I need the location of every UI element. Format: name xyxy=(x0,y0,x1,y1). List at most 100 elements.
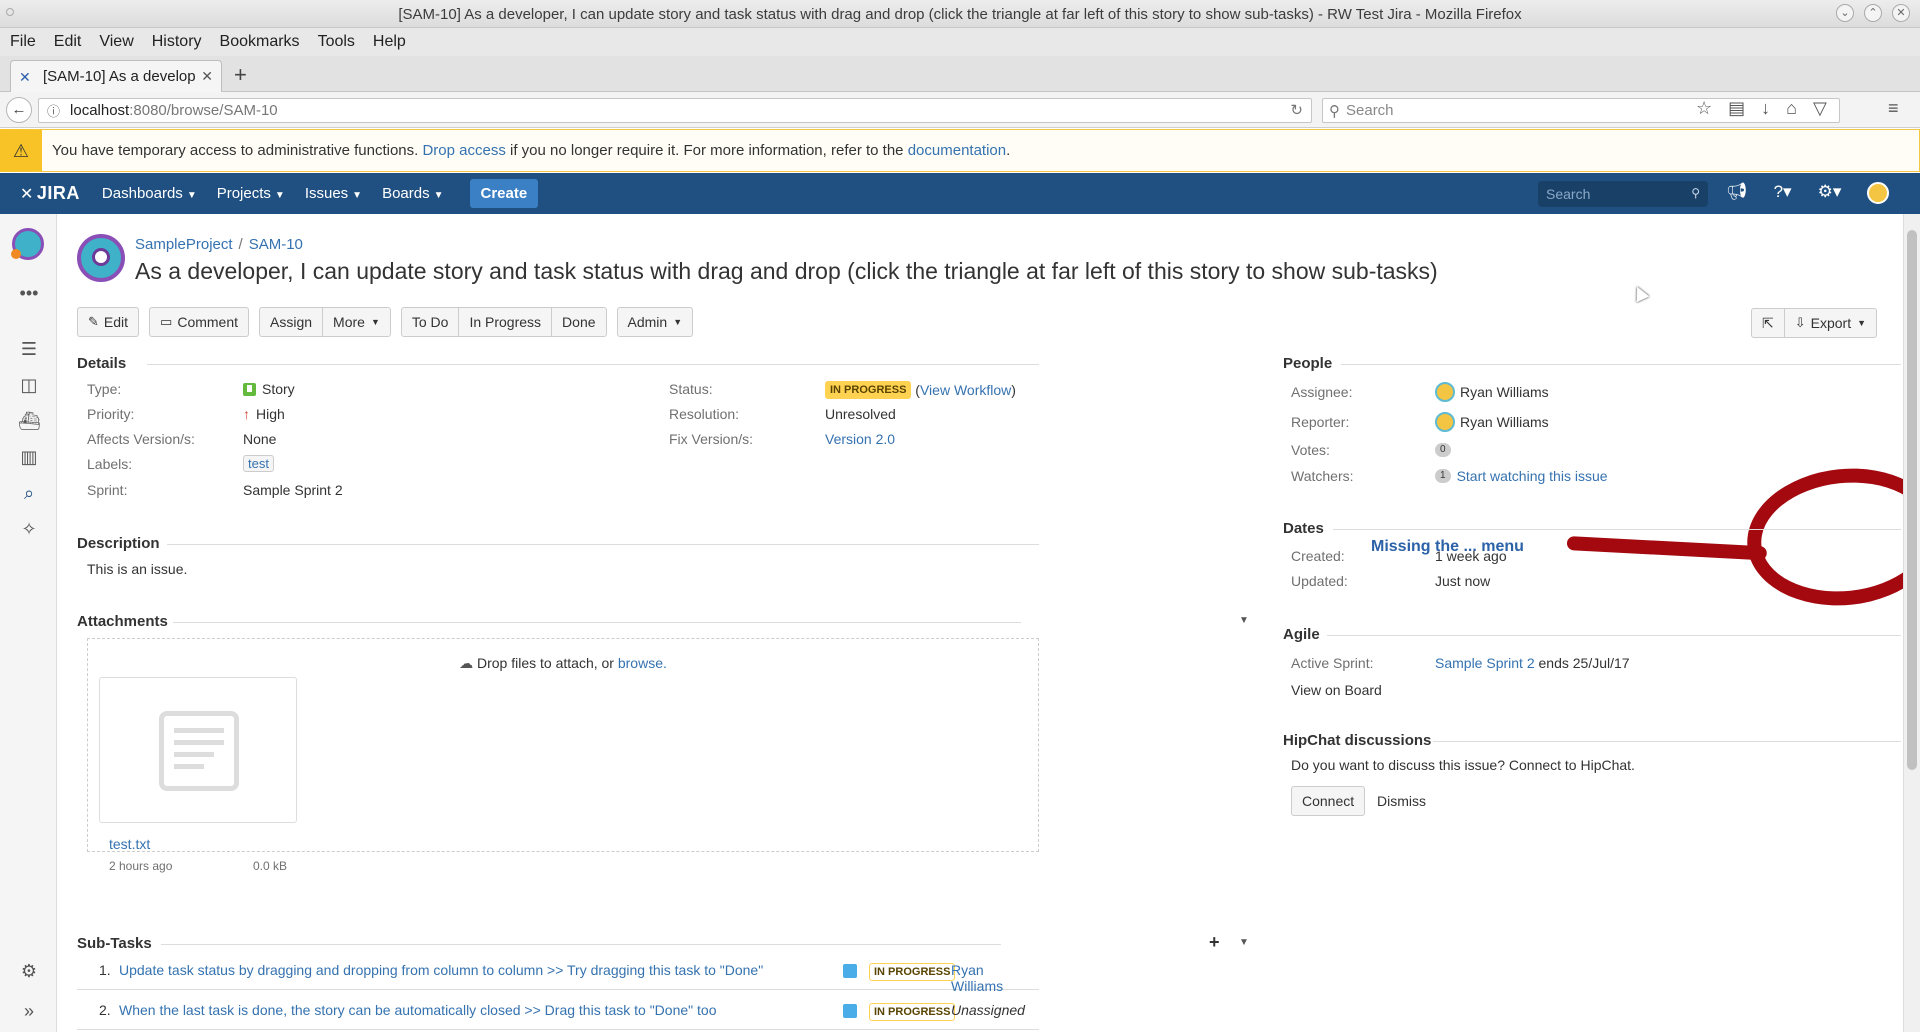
subtask-status-badge: IN PROGRESS xyxy=(869,1003,956,1021)
issues-icon[interactable]: ⌕ xyxy=(18,482,40,504)
jira-logo-text: JIRA xyxy=(36,183,80,203)
table-row[interactable]: 1. Update task status by dragging and dr… xyxy=(77,950,1039,994)
bookmark-star-icon[interactable]: ☆ xyxy=(1696,98,1712,119)
maximize-icon[interactable]: ⌃ xyxy=(1864,4,1882,22)
info-icon[interactable]: ⓘ xyxy=(47,101,60,120)
nav-dashboards[interactable]: Dashboards ▼ xyxy=(102,185,197,202)
back-arrow-icon[interactable]: ← xyxy=(6,97,32,123)
type-label: Type: xyxy=(87,381,122,397)
help-icon[interactable]: ?▾ xyxy=(1774,182,1792,209)
subtasks-options-chevron-icon[interactable]: ▼ xyxy=(1239,937,1249,948)
start-watching-link[interactable]: Start watching this issue xyxy=(1457,468,1608,484)
priority-high-arrow-icon: ↑ xyxy=(243,406,250,422)
expand-sidebar-icon[interactable]: » xyxy=(18,1000,40,1022)
project-avatar[interactable] xyxy=(11,228,44,260)
gear-icon[interactable]: ⚙▾ xyxy=(1818,182,1842,209)
page-scrollbar[interactable] xyxy=(1903,214,1920,1032)
browser-search-placeholder: Search xyxy=(1346,102,1394,119)
votes-value[interactable]: 0 xyxy=(1435,443,1457,457)
menu-tools[interactable]: Tools xyxy=(318,33,355,51)
reload-icon[interactable]: ↻ xyxy=(1290,101,1303,119)
affects-version-label: Affects Version/s: xyxy=(87,431,195,447)
export-button[interactable]: ⇩ Export ▼ xyxy=(1783,308,1878,338)
jira-logo-icon: ✕ xyxy=(20,185,34,203)
active-sprint-link[interactable]: Sample Sprint 2 xyxy=(1435,655,1535,671)
releases-icon[interactable]: ⛴ xyxy=(18,410,41,432)
megaphone-icon[interactable]: 📢︎ xyxy=(1726,182,1748,209)
view-workflow-link[interactable]: View Workflow xyxy=(920,382,1011,398)
add-subtask-plus-icon[interactable]: + xyxy=(1209,932,1220,953)
browser-menubar: File Edit View History Bookmarks Tools H… xyxy=(0,28,1920,56)
close-icon[interactable]: ✕ xyxy=(1892,4,1910,22)
jira-logo[interactable]: ✕ JIRA xyxy=(20,183,80,204)
in-progress-button[interactable]: In Progress xyxy=(458,307,553,337)
breadcrumb-project[interactable]: SampleProject xyxy=(135,236,233,253)
dismiss-link[interactable]: Dismiss xyxy=(1377,793,1426,809)
reports-icon[interactable]: ▥ xyxy=(18,446,40,468)
admin-label: Admin xyxy=(627,314,668,330)
menu-edit[interactable]: Edit xyxy=(54,33,82,51)
nav-issues[interactable]: Issues ▼ xyxy=(305,185,362,202)
user-avatar[interactable] xyxy=(1867,182,1890,209)
backlog-icon[interactable]: ☰ xyxy=(18,338,40,360)
todo-button[interactable]: To Do xyxy=(400,307,460,337)
share-button[interactable]: ⇱ xyxy=(1751,308,1785,338)
view-on-board-link[interactable]: View on Board xyxy=(1291,682,1382,698)
home-icon[interactable]: ⌂ xyxy=(1786,98,1797,119)
attachments-options-chevron-icon[interactable]: ▼ xyxy=(1239,615,1249,626)
breadcrumb-issue-key[interactable]: SAM-10 xyxy=(249,236,303,253)
fix-version-link[interactable]: Version 2.0 xyxy=(825,431,895,447)
board-icon[interactable]: ◫ xyxy=(18,374,40,396)
documentation-link[interactable]: documentation xyxy=(908,142,1006,159)
drop-access-link[interactable]: Drop access xyxy=(422,142,505,159)
comment-button[interactable]: ▭ Comment xyxy=(149,307,250,337)
pocket-icon[interactable]: ▽ xyxy=(1813,98,1827,119)
hamburger-menu-icon[interactable]: ≡ xyxy=(1888,98,1899,119)
avatar-eye xyxy=(92,248,110,266)
menu-view[interactable]: View xyxy=(99,33,133,51)
reporter-value[interactable]: Ryan Williams xyxy=(1435,412,1549,432)
nav-boards[interactable]: Boards ▼ xyxy=(382,185,443,202)
subtask-title-link[interactable]: Update task status by dragging and dropp… xyxy=(119,962,763,978)
menu-file[interactable]: File xyxy=(10,33,36,51)
browser-tab[interactable]: ✕ [SAM-10] As a develop ✕ xyxy=(10,60,222,92)
assignee-value[interactable]: Ryan Williams xyxy=(1435,382,1549,402)
create-button[interactable]: Create xyxy=(469,179,539,208)
addons-puzzle-icon[interactable]: ✧ xyxy=(18,518,40,540)
issue-summary[interactable]: As a developer, I can update story and t… xyxy=(135,258,1438,285)
banner-text: You have temporary access to administrat… xyxy=(52,142,1010,159)
menu-bookmarks[interactable]: Bookmarks xyxy=(220,33,300,51)
connect-button[interactable]: Connect xyxy=(1291,786,1366,816)
minimize-icon[interactable]: ⌄ xyxy=(1836,4,1854,22)
settings-gear-icon[interactable]: ⚙ xyxy=(18,960,40,982)
label-tag[interactable]: test xyxy=(243,455,274,472)
new-tab-icon[interactable]: + xyxy=(234,64,247,86)
download-icon[interactable]: ↓ xyxy=(1761,98,1770,119)
tab-close-icon[interactable]: ✕ xyxy=(201,68,213,85)
attachment-thumbnail[interactable] xyxy=(99,677,297,823)
jira-search-input[interactable]: Search ⚲ xyxy=(1538,181,1708,207)
admin-button[interactable]: Admin ▼ xyxy=(616,307,694,337)
watchers-label: Watchers: xyxy=(1291,468,1354,484)
attachment-filename[interactable]: test.txt xyxy=(109,836,150,852)
done-button[interactable]: Done xyxy=(551,307,607,337)
assign-button[interactable]: Assign xyxy=(259,307,324,337)
agile-heading: Agile xyxy=(1283,626,1320,643)
reading-list-icon[interactable]: ▤ xyxy=(1728,98,1745,119)
watchers-value: 1 Start watching this issue xyxy=(1435,468,1608,484)
browse-link[interactable]: browse. xyxy=(618,655,667,671)
attachments-dropzone[interactable]: ☁ Drop files to attach, or browse. test.… xyxy=(87,638,1039,873)
subtask-title-link[interactable]: When the last task is done, the story ca… xyxy=(119,1002,716,1018)
scrollbar-thumb[interactable] xyxy=(1907,230,1917,770)
more-button[interactable]: More ▼ xyxy=(322,307,391,337)
edit-button[interactable]: ✎ Edit xyxy=(77,307,140,337)
more-dots-icon[interactable]: ••• xyxy=(18,282,40,304)
watchers-count[interactable]: 1 xyxy=(1435,469,1451,483)
menu-help[interactable]: Help xyxy=(373,33,406,51)
description-text[interactable]: This is an issue. xyxy=(87,561,187,577)
subtask-number: 2. xyxy=(99,1002,111,1018)
table-row[interactable]: 2. When the last task is done, the story… xyxy=(77,990,1039,1030)
url-bar[interactable]: ⓘ localhost:8080/browse/SAM-10 ↻ xyxy=(38,98,1312,123)
menu-history[interactable]: History xyxy=(152,33,202,51)
nav-projects[interactable]: Projects ▼ xyxy=(217,185,285,202)
